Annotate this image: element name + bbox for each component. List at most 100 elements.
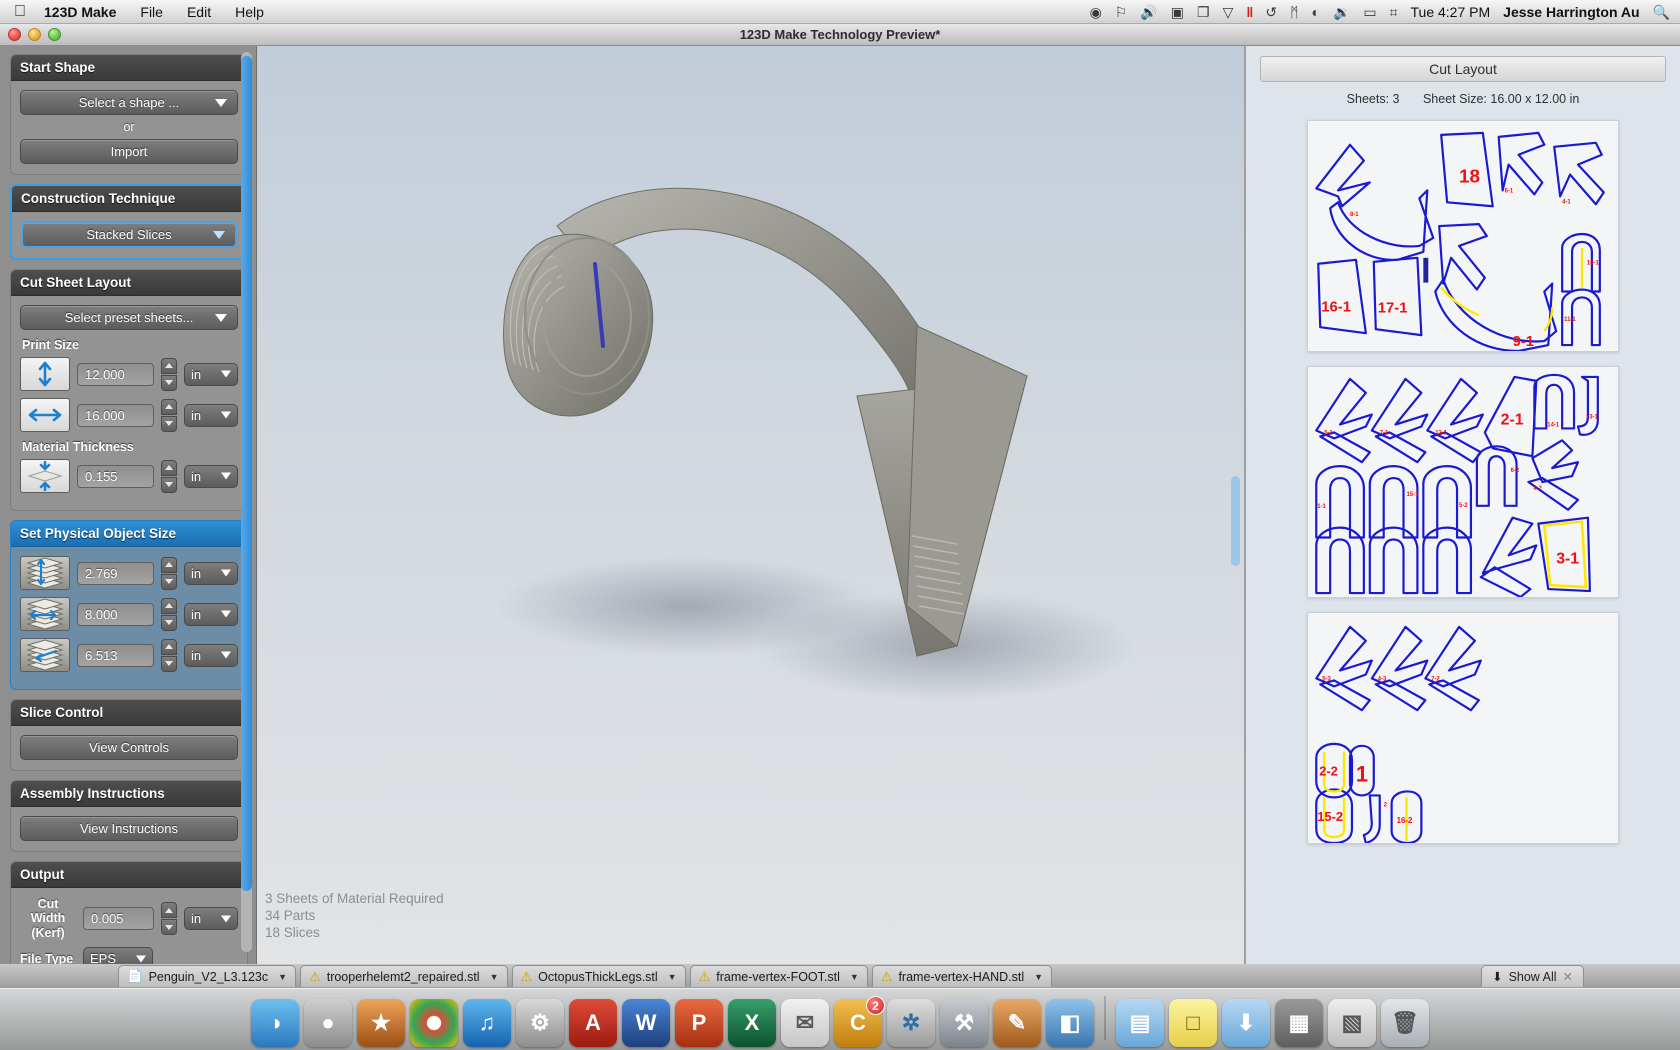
timemachine-icon[interactable]: ↺	[1265, 5, 1277, 19]
menubar-clock[interactable]: Tue 4:27 PM	[1411, 4, 1491, 20]
object-height-unit-select[interactable]: in	[184, 561, 238, 585]
word-icon[interactable]: W	[622, 999, 670, 1047]
zoom-button[interactable]	[48, 28, 61, 41]
menubar-user-name[interactable]: Jesse Harrington Au	[1503, 4, 1639, 20]
print-height-unit-select[interactable]: in	[184, 362, 238, 386]
sidebar-scrollbar[interactable]	[241, 52, 252, 952]
bluetooth-icon[interactable]: ᛗ	[1290, 5, 1298, 19]
sketchbook-icon[interactable]: ✎	[993, 999, 1041, 1047]
print-width-stepper[interactable]	[161, 398, 177, 432]
print-height-stepper[interactable]	[161, 357, 177, 391]
speaker-icon[interactable]: 🔉	[1333, 5, 1350, 19]
print-height-unit-label: in	[191, 366, 202, 382]
taskbar-tab-frame-vertex-hand[interactable]: ⚠ frame-vertex-HAND.stl ▼	[871, 965, 1053, 987]
autocad-icon[interactable]: A	[569, 999, 617, 1047]
chevron-down-icon	[136, 955, 146, 963]
menu-item-help[interactable]: Help	[235, 4, 264, 20]
object-height-input[interactable]: 2.769	[77, 561, 154, 585]
cut-sheet-2[interactable]: 5-1 7-1 12-1 2-1 14-1 13-1 6-2 4-2 3-1 1…	[1307, 366, 1619, 598]
show-all-button[interactable]: ⬇ Show All ✕	[1481, 965, 1584, 987]
display-icon[interactable]: ▣	[1171, 5, 1184, 19]
view-instructions-button[interactable]: View Instructions	[20, 816, 238, 841]
part-label: 7-2	[1431, 676, 1440, 682]
screenshots-folder-icon[interactable]: ▦	[1275, 999, 1323, 1047]
print-width-unit-select[interactable]: in	[184, 403, 238, 427]
or-separator-label: or	[123, 120, 135, 134]
close-button[interactable]	[8, 28, 21, 41]
menu-item-edit[interactable]: Edit	[187, 4, 211, 20]
wifi-icon[interactable]: ◐	[1311, 5, 1319, 19]
trash-icon[interactable]: 🗑	[1381, 999, 1429, 1047]
chevron-down-icon[interactable]: ▽	[1223, 5, 1234, 19]
mail-icon[interactable]: ✉	[781, 999, 829, 1047]
construction-technique-dropdown[interactable]: Stacked Slices	[21, 221, 237, 248]
pause-icon[interactable]: ‖	[1246, 5, 1253, 19]
downloads-folder-icon[interactable]: ⬇	[1222, 999, 1270, 1047]
viewport-scrollbar[interactable]	[1231, 476, 1240, 566]
object-depth-stepper[interactable]	[161, 638, 177, 672]
documents-folder-icon[interactable]: ▤	[1116, 999, 1164, 1047]
stack-depth-icon	[20, 638, 70, 672]
taskbar-tab-trooperhelmet[interactable]: ⚠ trooperhelemt2_repaired.stl ▼	[300, 965, 508, 987]
object-depth-unit-select[interactable]: in	[184, 643, 238, 667]
xcode-icon[interactable]: ⚒	[940, 999, 988, 1047]
sidebar-scrollbar-thumb[interactable]	[241, 56, 252, 891]
taskbar-tab-frame-vertex-foot[interactable]: ⚠ frame-vertex-FOOT.stl ▼	[689, 965, 868, 987]
object-height-stepper[interactable]	[161, 556, 177, 590]
view-controls-button[interactable]: View Controls	[20, 735, 238, 760]
apple-logo-icon[interactable]: 	[14, 3, 26, 20]
menu-app-name[interactable]: 123D Make	[44, 4, 116, 20]
menu-item-file[interactable]: File	[140, 4, 163, 20]
excel-icon[interactable]: X	[728, 999, 776, 1047]
taskbar-tab-penguin[interactable]: 📄 Penguin_V2_L3.123c ▼	[118, 965, 297, 987]
keyboard-input-icon[interactable]: ⌗	[1390, 5, 1398, 19]
volume-icon[interactable]: 🔊	[1140, 5, 1157, 19]
preset-sheets-dropdown[interactable]: Select preset sheets...	[20, 305, 238, 330]
object-width-unit-select[interactable]: in	[184, 602, 238, 626]
powerpoint-icon[interactable]: P	[675, 999, 723, 1047]
print-height-input[interactable]: 12.000	[77, 362, 154, 386]
object-width-input[interactable]: 8.000	[77, 602, 154, 626]
window-titlebar[interactable]: 123D Make Technology Preview*	[0, 24, 1680, 46]
chevron-down-icon[interactable]: ▼	[850, 972, 859, 982]
battery-icon[interactable]: ▭	[1363, 5, 1376, 19]
chevron-down-icon[interactable]: ▼	[668, 972, 677, 982]
launchpad-icon[interactable]: ●	[304, 999, 352, 1047]
3d-viewport[interactable]: 3 Sheets of Material Required 34 Parts 1…	[256, 46, 1244, 964]
file-type-select[interactable]: EPS	[83, 947, 153, 964]
cut-sheet-1[interactable]: 8-1 18 6-1 4-1 16-1 17-1 9-1 10-1 11-1	[1307, 120, 1619, 352]
antivirus-icon[interactable]: ⚐	[1115, 5, 1128, 19]
chrome-canary-icon[interactable]: C2	[834, 996, 885, 1047]
chrome-icon[interactable]	[410, 999, 458, 1047]
dropbox-icon[interactable]: ◉	[1090, 5, 1102, 19]
imovie-icon[interactable]: ★	[357, 999, 405, 1047]
object-depth-input[interactable]: 6.513	[77, 643, 154, 667]
object-width-stepper[interactable]	[161, 597, 177, 631]
finder-icon[interactable]: ◑	[251, 999, 299, 1047]
cut-width-input[interactable]: 0.005	[83, 907, 154, 931]
material-thickness-unit-select[interactable]: in	[184, 464, 238, 488]
material-thickness-input[interactable]: 0.155	[77, 464, 154, 488]
import-button[interactable]: Import	[20, 139, 238, 164]
chevron-down-icon[interactable]: ▼	[278, 972, 287, 982]
cut-width-stepper[interactable]	[161, 902, 177, 936]
clipboard-icon[interactable]: ❐	[1197, 5, 1210, 19]
chevron-down-icon[interactable]: ▼	[490, 972, 499, 982]
desktop-folder-icon[interactable]: ▧	[1328, 999, 1376, 1047]
123d-make-icon[interactable]: ◧	[1046, 999, 1094, 1047]
taskbar-tab-octopus[interactable]: ⚠ OctopusThickLegs.stl ▼	[511, 965, 686, 987]
search-icon[interactable]: 🔍	[1653, 5, 1670, 19]
safari-icon[interactable]: ✲	[887, 999, 935, 1047]
cut-width-unit-select[interactable]: in	[184, 907, 238, 931]
minimize-button[interactable]	[28, 28, 41, 41]
shape-select-dropdown[interactable]: Select a shape ...	[20, 90, 238, 115]
system-preferences-icon[interactable]: ⚙	[516, 999, 564, 1047]
itunes-icon[interactable]: ♫	[463, 999, 511, 1047]
close-icon[interactable]: ✕	[1563, 969, 1573, 984]
part-label: 12-1	[1435, 430, 1448, 436]
material-thickness-stepper[interactable]	[161, 459, 177, 493]
print-width-input[interactable]: 16.000	[77, 403, 154, 427]
cut-sheet-3[interactable]: 5-3 4-3 7-2 2-2 1 15-2 2 16-2	[1307, 612, 1619, 844]
chevron-down-icon[interactable]: ▼	[1034, 972, 1043, 982]
notes-icon[interactable]: □	[1169, 999, 1217, 1047]
